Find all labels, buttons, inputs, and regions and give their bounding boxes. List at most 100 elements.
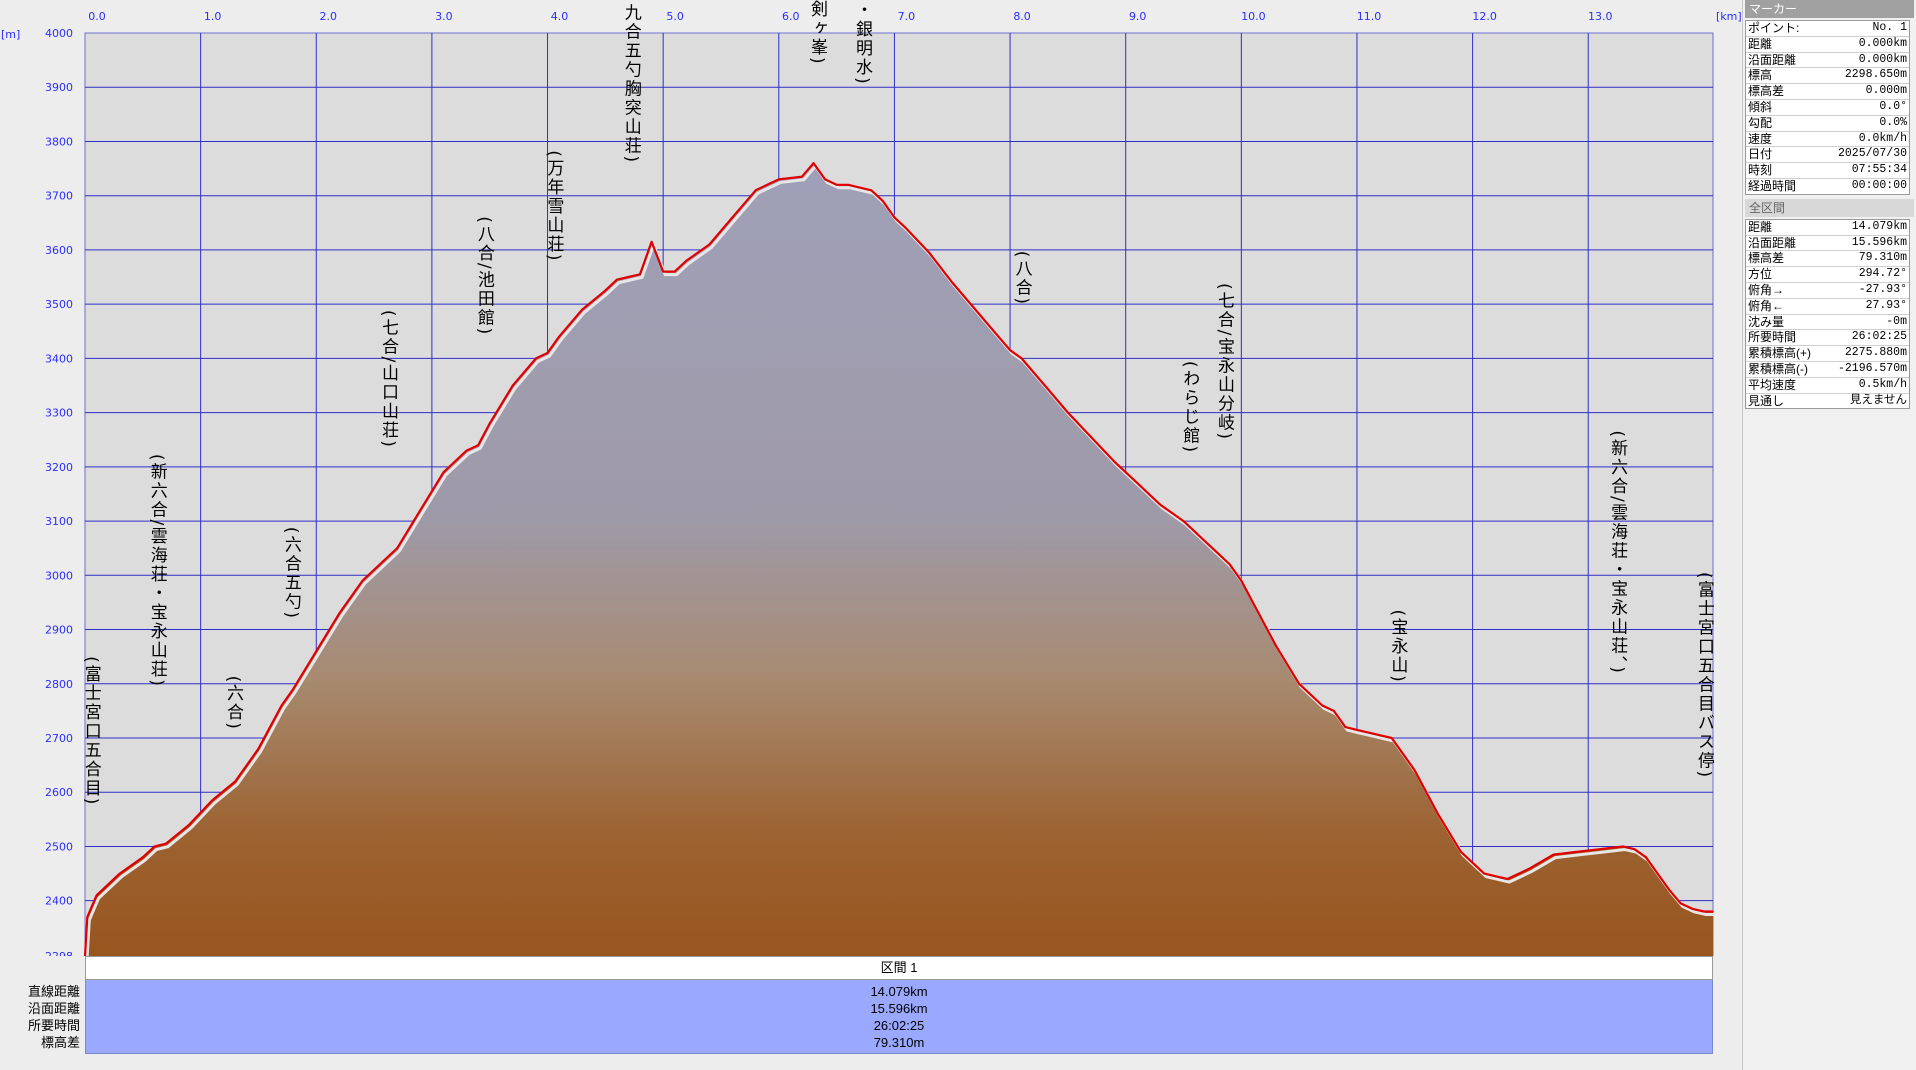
profile-point bbox=[1703, 910, 1705, 913]
marker-row: 勾配 0.0% bbox=[1746, 116, 1909, 132]
y-tick-label: 3800 bbox=[45, 135, 73, 148]
profile-point bbox=[1298, 683, 1300, 685]
profile-point bbox=[1575, 851, 1578, 853]
profile-point bbox=[893, 216, 896, 219]
profile-point bbox=[604, 289, 607, 292]
profile-point bbox=[974, 308, 977, 311]
profile-point bbox=[165, 842, 167, 845]
profile-point bbox=[731, 216, 734, 219]
total-row-key: 累積標高(+) bbox=[1748, 346, 1812, 361]
profile-point bbox=[1529, 867, 1532, 869]
waypoint-label: (八合) bbox=[1012, 251, 1033, 306]
marker-row: 距離 0.000km bbox=[1746, 37, 1909, 53]
marker-row-value: No. 1 bbox=[1872, 21, 1907, 34]
total-row-value: 2275.880m bbox=[1844, 346, 1907, 360]
y-tick-label: 2800 bbox=[45, 678, 73, 691]
profile-point bbox=[1333, 710, 1335, 712]
marker-row-key: 距離 bbox=[1748, 36, 1773, 51]
marker-row: 標高 2298.650m bbox=[1746, 68, 1909, 85]
total-row-value: 15.596km bbox=[1851, 235, 1907, 249]
profile-point bbox=[280, 704, 283, 707]
profile-point bbox=[801, 175, 803, 178]
y-tick-label: 3900 bbox=[45, 81, 73, 94]
profile-point bbox=[951, 281, 953, 284]
total-row-key: 累積標高(-) bbox=[1748, 361, 1808, 376]
total-row-key: 所要時間 bbox=[1748, 330, 1797, 345]
section-header[interactable]: 区間 1 bbox=[85, 956, 1713, 980]
x-unit-label: [km] bbox=[1716, 10, 1742, 23]
profile-point bbox=[1691, 908, 1694, 910]
elevation-chart-area: (富士宮口五合目) (新六合/雲海荘・宝永山荘) (六合) (六合五勺) (七合/山口山… bbox=[0, 0, 1742, 1070]
total-row: 平均速度 0.5km/h bbox=[1746, 378, 1909, 394]
marker-row-value: 2025/07/30 bbox=[1837, 147, 1907, 161]
y-tick-label: 3200 bbox=[45, 461, 73, 474]
total-row: 標高差 79.310m bbox=[1746, 251, 1909, 268]
x-tick-label: 9.0 bbox=[1129, 10, 1147, 23]
profile-point bbox=[650, 241, 653, 243]
profile-point bbox=[384, 558, 387, 560]
profile-point bbox=[1656, 872, 1659, 875]
y-tick-label: 3100 bbox=[45, 515, 73, 528]
waypoint-label: (八合/池田館) bbox=[474, 216, 495, 336]
summary-row-value: 79.310m bbox=[873, 1035, 925, 1050]
profile-point bbox=[835, 184, 838, 186]
total-row: 見通し 見えません bbox=[1746, 394, 1909, 409]
profile-point bbox=[1518, 872, 1520, 875]
profile-point bbox=[535, 357, 537, 360]
profile-point bbox=[1367, 731, 1370, 734]
y-tick-label: 2400 bbox=[45, 895, 73, 908]
marker-row-key: 沿面距離 bbox=[1748, 52, 1797, 67]
profile-point bbox=[1633, 848, 1636, 850]
profile-point bbox=[1229, 563, 1231, 566]
profile-point bbox=[1679, 902, 1682, 905]
summary-row-value: 14.079km bbox=[870, 984, 928, 999]
profile-point bbox=[847, 184, 849, 186]
profile-point bbox=[1356, 729, 1358, 731]
total-row-key: 方位 bbox=[1748, 267, 1773, 282]
profile-point bbox=[858, 186, 861, 189]
total-row-value: -0m bbox=[1886, 314, 1907, 328]
summary-row-value: 15.596km bbox=[870, 1001, 928, 1016]
profile-point bbox=[188, 824, 190, 826]
profile-point bbox=[488, 422, 491, 425]
total-row-value: 14.079km bbox=[1851, 219, 1907, 233]
y-tick-label: 2700 bbox=[45, 732, 73, 745]
marker-row: ポイント: No. 1 bbox=[1746, 21, 1909, 37]
waypoint-label: (宝永山) bbox=[1387, 609, 1408, 683]
total-row: 俯角→ -27.93° bbox=[1746, 283, 1909, 299]
y-tick-label: 3700 bbox=[45, 190, 73, 203]
y-tick-label: 4000 bbox=[45, 27, 73, 40]
profile-point bbox=[1009, 349, 1011, 352]
marker-row-key: 時刻 bbox=[1748, 163, 1773, 178]
profile-point bbox=[1712, 910, 1714, 913]
marker-row-value: 0.0° bbox=[1879, 99, 1907, 113]
marker-row: 経過時間 00:00:00 bbox=[1746, 179, 1909, 194]
profile-point bbox=[1252, 601, 1254, 604]
summary-row-value: 26:02:25 bbox=[873, 1018, 925, 1033]
x-tick-label: 13.0 bbox=[1588, 10, 1613, 23]
total-row-value: 79.310m bbox=[1858, 251, 1907, 265]
marker-row-value: 0.0km/h bbox=[1858, 131, 1907, 145]
total-row-value: 見えません bbox=[1849, 393, 1907, 407]
profile-point bbox=[558, 335, 560, 338]
profile-point bbox=[512, 384, 514, 387]
profile-point bbox=[673, 270, 676, 273]
marker-row-key: 傾斜 bbox=[1748, 99, 1773, 114]
profile-point bbox=[1552, 853, 1555, 856]
marker-row-value: 07:55:34 bbox=[1851, 163, 1907, 177]
x-tick-label: 7.0 bbox=[898, 10, 916, 23]
profile-point bbox=[905, 227, 907, 229]
waypoint-label: (九合五勺胸突山荘) bbox=[621, 0, 642, 164]
total-panel-title: 全区間 bbox=[1745, 198, 1914, 217]
x-tick-label: 4.0 bbox=[551, 10, 569, 23]
profile-point bbox=[581, 308, 583, 311]
x-tick-label: 11.0 bbox=[1357, 10, 1382, 23]
total-row: 累積標高(-) -2196.570m bbox=[1746, 362, 1909, 378]
profile-point bbox=[95, 894, 98, 897]
profile-point bbox=[1020, 357, 1023, 360]
marker-panel: ポイント: No. 1 距離 0.000km 沿面距離 0.000km 標高 2298.650… bbox=[1745, 20, 1910, 195]
profile-point bbox=[1194, 531, 1196, 533]
total-row: 沈み量 -0m bbox=[1746, 315, 1909, 331]
profile-point bbox=[153, 845, 156, 848]
marker-row-key: 標高差 bbox=[1748, 84, 1785, 99]
